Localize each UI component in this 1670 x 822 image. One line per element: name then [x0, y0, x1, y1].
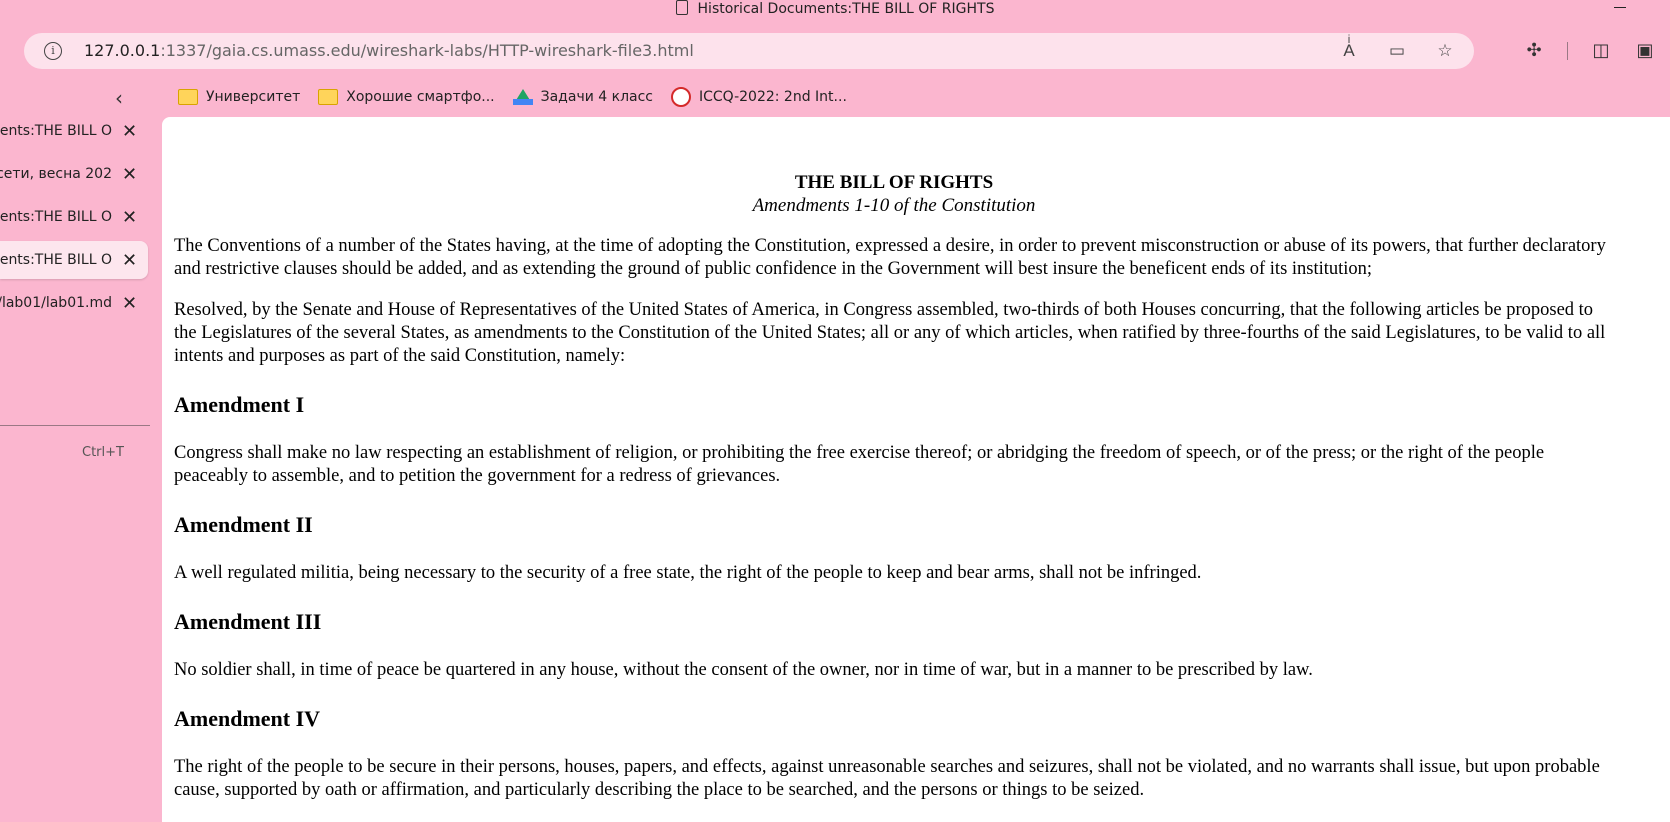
window-title-area: Historical Documents:THE BILL OF RIGHTS: [0, 0, 1670, 17]
window-titlebar: Historical Documents:THE BILL OF RIGHTS: [0, 0, 1670, 18]
close-tab-icon[interactable]: ✕: [122, 293, 137, 314]
tab-item[interactable]: e/lab01/lab01.md ✕: [0, 284, 148, 322]
amendment-text: A well regulated militia, being necessar…: [174, 563, 1202, 583]
minimize-button[interactable]: [1614, 7, 1626, 8]
url-host: 127.0.0.1: [84, 41, 161, 60]
tab-label-wrap: ments:THE BILL O: [0, 209, 116, 225]
tab-label: e/lab01/lab01.md: [0, 295, 112, 311]
tab-label: е сети, весна 202: [0, 166, 112, 182]
amendment-text: No soldier shall, in time of peace be qu…: [174, 660, 1313, 680]
close-tab-icon[interactable]: ✕: [122, 164, 137, 185]
toolbar-divider: [1567, 41, 1568, 60]
collapse-panel-chevron-icon[interactable]: ‹: [115, 86, 123, 110]
sidebar-divider: [0, 425, 150, 426]
close-tab-icon[interactable]: ✕: [122, 250, 137, 271]
amendment-text: The right of the people to be secure in …: [174, 757, 1600, 800]
amendment-heading: Amendment I: [174, 392, 305, 417]
bookmark-item[interactable]: ICCQ-2022: 2nd Int...: [671, 87, 847, 107]
bookmark-item[interactable]: Хорошие смартфо...: [318, 89, 495, 105]
bookmark-label: Хорошие смартфо...: [346, 89, 495, 105]
tab-label: ments:THE BILL O: [0, 123, 112, 139]
bookmarks-bar: Университет Хорошие смартфо... Задачи 4 …: [178, 86, 847, 108]
tab-label: ments:THE BILL O: [0, 252, 112, 268]
collections-icon[interactable]: ▣: [1634, 40, 1656, 61]
tab-label-wrap: ments:THE BILL O: [0, 252, 116, 268]
bookmark-label: Университет: [206, 89, 301, 105]
close-tab-icon[interactable]: ✕: [122, 207, 137, 228]
amendment-heading: Amendment IV: [174, 706, 321, 731]
amendment-text: Congress shall make no law respecting an…: [174, 443, 1545, 486]
resolution-paragraph: Resolved, by the Senate and House of Rep…: [174, 300, 1606, 366]
amendment-heading: Amendment II: [174, 512, 313, 537]
iccq-icon: [671, 87, 691, 107]
browser-toolbar: ✣ ◫ ▣: [1523, 40, 1656, 61]
folder-icon: [318, 89, 339, 105]
tab-label: ments:THE BILL O: [0, 209, 112, 225]
new-tab-shortcut[interactable]: Ctrl+T: [82, 445, 124, 460]
tab-item[interactable]: е сети, весна 202 ✕: [0, 155, 148, 193]
document-title: THE BILL OF RIGHTS: [794, 172, 994, 193]
split-screen-icon[interactable]: ◫: [1590, 40, 1612, 61]
page-content: THE BILL OF RIGHTS Amendments 1-10 of th…: [162, 117, 1670, 822]
google-drive-icon: [512, 89, 533, 105]
read-aloud-icon[interactable]: A͏ͥ: [1338, 41, 1360, 61]
intro-paragraph: The Conventions of a number of the State…: [174, 236, 1606, 279]
immersive-reader-icon[interactable]: ▭: [1386, 41, 1408, 61]
document: THE BILL OF RIGHTS Amendments 1-10 of th…: [174, 171, 1614, 820]
extensions-icon[interactable]: ✣: [1523, 40, 1545, 61]
close-tab-icon[interactable]: ✕: [122, 121, 137, 142]
folder-icon: [178, 89, 198, 105]
tab-item[interactable]: ments:THE BILL O ✕: [0, 112, 148, 150]
amendment-heading: Amendment III: [174, 609, 322, 634]
url-text[interactable]: 127.0.0.1:1337/gaia.cs.umass.edu/wiresha…: [84, 41, 694, 60]
url-path: :1337/gaia.cs.umass.edu/wireshark-labs/H…: [160, 41, 694, 60]
favorite-star-icon[interactable]: ☆: [1434, 41, 1456, 61]
vertical-tabs-panel: ‹ ments:THE BILL O ✕ е сети, весна 202 ✕…: [0, 80, 152, 822]
bookmark-item[interactable]: Задачи 4 класс: [512, 89, 653, 105]
bookmark-item[interactable]: Университет: [178, 89, 300, 105]
address-bar[interactable]: i 127.0.0.1:1337/gaia.cs.umass.edu/wires…: [24, 33, 1474, 69]
window-title: Historical Documents:THE BILL OF RIGHTS: [697, 1, 995, 17]
tab-label-wrap: е сети, весна 202: [0, 166, 116, 182]
tab-label-wrap: e/lab01/lab01.md: [0, 295, 116, 311]
tab-item-active[interactable]: ments:THE BILL O ✕: [0, 241, 148, 279]
bookmark-label: Задачи 4 класс: [540, 89, 653, 105]
bookmark-label: ICCQ-2022: 2nd Int...: [699, 89, 847, 105]
tab-label-wrap: ments:THE BILL O: [0, 123, 116, 139]
site-info-icon[interactable]: i: [44, 42, 62, 60]
tab-item[interactable]: ments:THE BILL O ✕: [0, 198, 148, 236]
document-subtitle: Amendments 1-10 of the Constitution: [752, 195, 1036, 216]
address-bar-actions: A͏ͥ ▭ ☆: [1338, 41, 1456, 61]
page-icon: [675, 0, 688, 15]
